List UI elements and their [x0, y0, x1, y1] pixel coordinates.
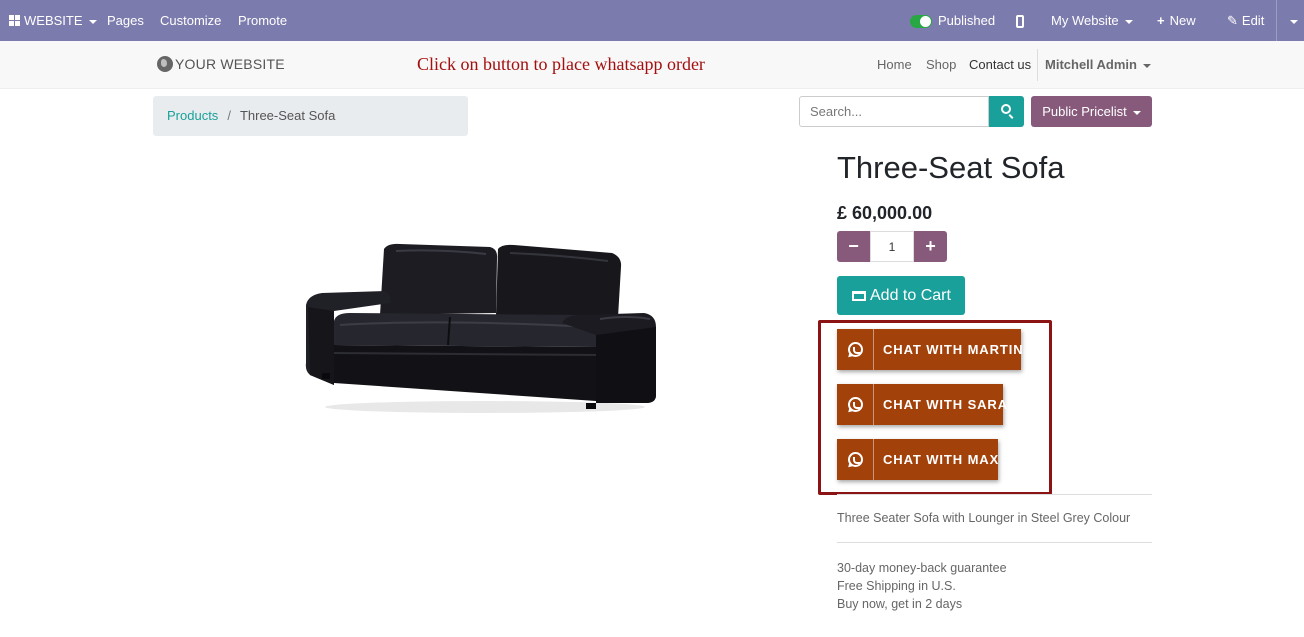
site-logo[interactable]: YOUR WEBSITE: [157, 56, 285, 72]
divider: [1276, 0, 1277, 41]
mobile-phone-icon: [1016, 15, 1024, 29]
terms-line: Buy now, get in 2 days: [837, 597, 963, 611]
edit-button[interactable]: ✎ Edit: [1227, 0, 1264, 41]
chat-with-martin-button[interactable]: CHAT WITH MARTIN: [837, 329, 1024, 370]
divider: [837, 542, 1152, 543]
add-to-cart-label: Add to Cart: [870, 286, 951, 304]
published-label: Published: [938, 13, 996, 28]
chat-button-label: CHAT WITH MARTIN: [883, 342, 1024, 357]
whatsapp-icon: [848, 397, 863, 412]
whatsapp-icon-cell: [837, 329, 874, 370]
add-to-cart-button[interactable]: Add to Cart: [837, 276, 965, 315]
toggle-switch-icon: [910, 15, 932, 29]
whatsapp-icon: [848, 452, 863, 467]
breadcrumb: Products / Three-Seat Sofa: [153, 96, 468, 136]
edit-label: Edit: [1241, 13, 1265, 28]
divider: [837, 494, 1152, 495]
pricelist-dropdown[interactable]: Public Pricelist: [1031, 96, 1152, 127]
chevron-down-icon: [1290, 19, 1298, 24]
my-website-label: My Website: [1051, 13, 1119, 28]
breadcrumb-products-link[interactable]: Products: [167, 108, 218, 123]
breadcrumb-current: Three-Seat Sofa: [239, 108, 336, 123]
nav-contact-us[interactable]: Contact us: [969, 57, 1031, 72]
new-label: New: [1169, 13, 1196, 28]
new-button[interactable]: + New: [1157, 0, 1196, 41]
globe-icon: [157, 56, 173, 72]
quantity-input[interactable]: [870, 231, 914, 262]
chat-with-sara-button[interactable]: CHAT WITH SARA: [837, 384, 1007, 425]
apps-grid-icon: [9, 15, 20, 26]
whatsapp-icon: [848, 342, 863, 357]
published-toggle[interactable]: Published: [910, 0, 995, 41]
logo-text: YOUR WEBSITE: [175, 56, 285, 72]
chevron-down-icon: [1132, 110, 1141, 115]
whatsapp-banner-text: Click on button to place whatsapp order: [417, 54, 705, 74]
site-header: YOUR WEBSITE Click on button to place wh…: [0, 41, 1304, 89]
website-menu[interactable]: WEBSITE: [9, 0, 97, 41]
search-input[interactable]: [799, 96, 989, 127]
promote-menu[interactable]: Promote: [238, 0, 287, 41]
search-button[interactable]: [989, 96, 1024, 127]
quantity-increase-button[interactable]: +: [914, 231, 947, 262]
product-price: £ 60,000.00: [837, 203, 933, 223]
customize-menu[interactable]: Customize: [160, 0, 221, 41]
breadcrumb-separator: /: [227, 108, 231, 123]
pages-menu[interactable]: Pages: [107, 0, 144, 41]
terms-line: 30-day money-back guarantee: [837, 561, 1007, 575]
chat-with-max-button[interactable]: CHAT WITH MAX: [837, 439, 998, 480]
chevron-down-icon: [1142, 63, 1151, 68]
chat-button-label: CHAT WITH MAX: [883, 452, 1000, 467]
edit-options-dropdown[interactable]: [1284, 0, 1298, 41]
whatsapp-icon-cell: [837, 439, 874, 480]
shopping-cart-icon: [852, 290, 866, 301]
user-menu[interactable]: Mitchell Admin: [1045, 57, 1151, 72]
plus-icon: +: [1157, 13, 1165, 28]
pricelist-label: Public Pricelist: [1042, 104, 1127, 119]
product-terms: 30-day money-back guarantee Free Shippin…: [837, 559, 1007, 613]
my-website-menu[interactable]: My Website: [1051, 0, 1133, 41]
product-title: Three-Seat Sofa: [837, 150, 1065, 185]
divider: [1037, 49, 1038, 81]
quantity-stepper: − +: [837, 231, 947, 262]
admin-bar: WEBSITE Pages Customize Promote Publishe…: [0, 0, 1304, 41]
terms-line: Free Shipping in U.S.: [837, 579, 956, 593]
chevron-down-icon: [1124, 19, 1133, 24]
mobile-preview-button[interactable]: [1016, 0, 1024, 41]
quantity-decrease-button[interactable]: −: [837, 231, 870, 262]
nav-home[interactable]: Home: [877, 57, 912, 72]
user-name: Mitchell Admin: [1045, 57, 1137, 72]
pencil-icon: ✎: [1227, 13, 1238, 28]
product-image-sofa: [305, 243, 656, 413]
product-description: Three Seater Sofa with Lounger in Steel …: [837, 511, 1131, 525]
website-menu-label: WEBSITE: [24, 13, 83, 28]
search-icon: [1001, 104, 1011, 114]
whatsapp-icon-cell: [837, 384, 874, 425]
chevron-down-icon: [88, 19, 97, 24]
nav-shop[interactable]: Shop: [926, 57, 956, 72]
chat-button-label: CHAT WITH SARA: [883, 397, 1009, 412]
